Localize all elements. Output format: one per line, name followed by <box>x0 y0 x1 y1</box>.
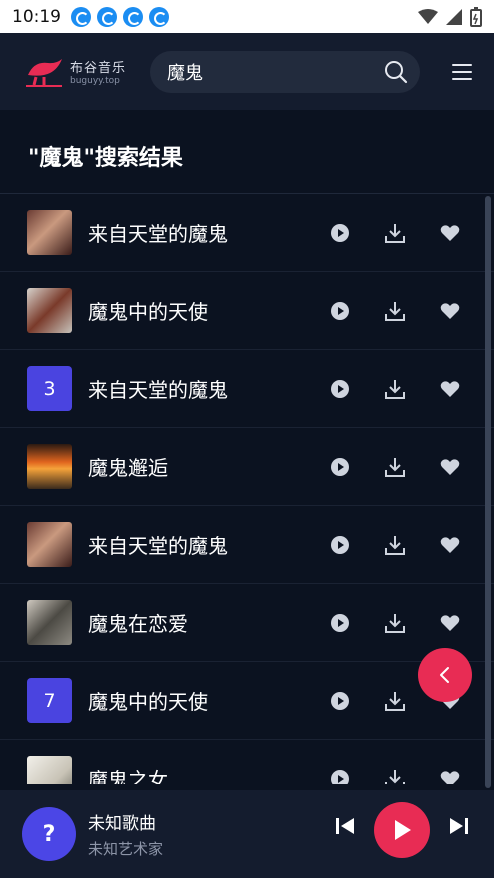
heart-icon[interactable] <box>438 455 462 479</box>
app-header: 布谷音乐 buguyy.top 魔鬼 <box>0 33 494 110</box>
play-icon[interactable] <box>328 533 352 557</box>
album-cover <box>27 756 72 784</box>
heart-icon[interactable] <box>438 767 462 784</box>
download-icon[interactable] <box>383 767 407 784</box>
search-input[interactable]: 魔鬼 <box>150 50 420 93</box>
signal-icon <box>446 8 462 25</box>
song-row[interactable]: 魔鬼邂逅 <box>0 428 494 506</box>
heart-icon[interactable] <box>438 533 462 557</box>
play-icon[interactable] <box>328 689 352 713</box>
play-icon[interactable] <box>328 611 352 635</box>
play-icon[interactable] <box>328 767 352 784</box>
album-cover <box>27 444 72 489</box>
status-bar: 10:19 <box>0 0 494 33</box>
download-icon[interactable] <box>383 533 407 557</box>
download-icon[interactable] <box>383 299 407 323</box>
play-icon[interactable] <box>328 299 352 323</box>
download-icon[interactable] <box>383 377 407 401</box>
heart-icon[interactable] <box>438 221 462 245</box>
download-icon[interactable] <box>383 455 407 479</box>
back-button[interactable] <box>418 648 472 702</box>
song-row[interactable]: 3 来自天堂的魔鬼 <box>0 350 494 428</box>
skip-previous-icon[interactable] <box>334 815 356 841</box>
play-icon[interactable] <box>328 377 352 401</box>
song-row[interactable]: 来自天堂的魔鬼 <box>0 506 494 584</box>
album-cover <box>27 600 72 645</box>
now-playing-cover: ? <box>22 807 76 861</box>
download-icon[interactable] <box>383 221 407 245</box>
scrollbar[interactable] <box>485 196 491 788</box>
app-logo[interactable]: 布谷音乐 buguyy.top <box>24 55 136 89</box>
notification-app-icon <box>71 6 91 27</box>
search-input-value: 魔鬼 <box>167 62 203 84</box>
battery-icon <box>470 6 482 27</box>
play-icon[interactable] <box>328 455 352 479</box>
back-icon <box>440 667 449 683</box>
bird-logo-icon <box>26 58 62 87</box>
album-cover <box>27 210 72 255</box>
download-icon[interactable] <box>383 689 407 713</box>
track-number-badge: 7 <box>27 678 72 723</box>
search-icon[interactable] <box>384 60 408 84</box>
logo-name: 布谷音乐 <box>70 61 127 76</box>
now-playing-title: 未知歌曲 <box>88 814 156 834</box>
track-number-badge: 3 <box>27 366 72 411</box>
status-time: 10:19 <box>12 6 61 27</box>
menu-icon[interactable] <box>452 63 472 80</box>
album-cover <box>27 288 72 333</box>
skip-next-icon[interactable] <box>448 815 470 841</box>
wifi-icon <box>418 8 438 24</box>
now-playing-artist: 未知艺术家 <box>88 840 164 858</box>
page-title: "魔鬼"搜索结果 <box>28 146 183 171</box>
heart-icon[interactable] <box>438 299 462 323</box>
logo-url: buguyy.top <box>70 76 120 86</box>
song-row[interactable]: 魔鬼在恋爱 <box>0 584 494 662</box>
song-row[interactable]: 魔鬼之女 <box>0 740 494 784</box>
album-cover <box>27 522 72 567</box>
song-row[interactable]: 魔鬼中的天使 <box>0 272 494 350</box>
song-row[interactable]: 来自天堂的魔鬼 <box>0 194 494 272</box>
notification-app-icon <box>97 6 117 27</box>
song-list[interactable]: 来自天堂的魔鬼 魔鬼中的天使 3 来自天堂的魔鬼 魔鬼邂逅 来自天堂的魔鬼 魔鬼… <box>0 194 494 784</box>
play-pause-button[interactable] <box>374 802 430 858</box>
download-icon[interactable] <box>383 611 407 635</box>
play-icon <box>395 820 411 840</box>
play-icon[interactable] <box>328 221 352 245</box>
notification-app-icon <box>123 6 143 27</box>
heart-icon[interactable] <box>438 377 462 401</box>
heart-icon[interactable] <box>438 611 462 635</box>
notification-app-icon <box>149 6 169 27</box>
